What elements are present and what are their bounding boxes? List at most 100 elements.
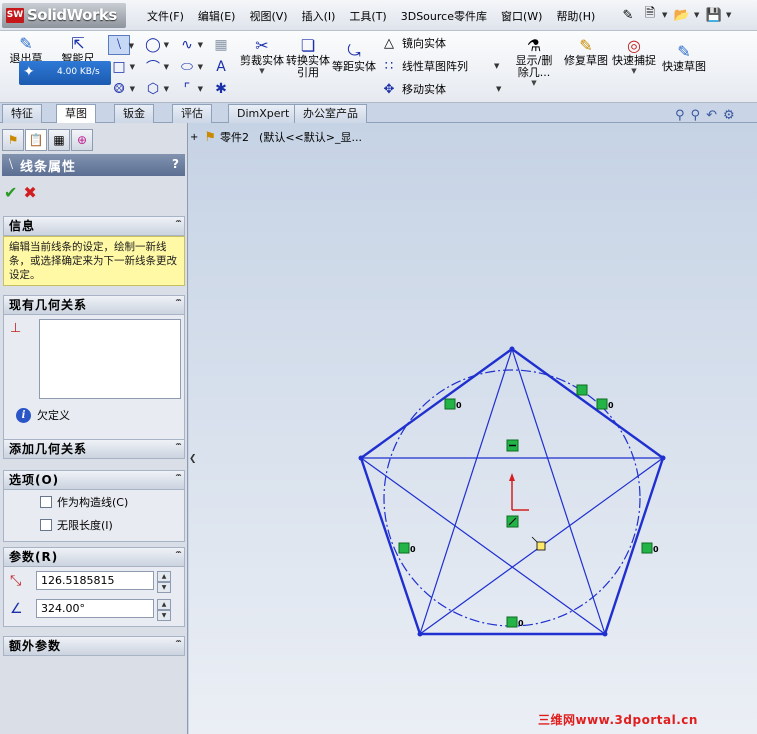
quick-snap-dropdown-icon[interactable]: ▼ xyxy=(631,67,636,75)
linear-pattern-dropdown-icon[interactable]: ▼ xyxy=(494,62,502,70)
vertex-point[interactable] xyxy=(660,455,666,461)
arc-tool-icon[interactable]: ⌒ ▼ xyxy=(142,57,169,77)
collapse-chevron-icon[interactable]: ˆˆ xyxy=(175,217,182,235)
open-dropdown-icon[interactable]: ▼ xyxy=(694,4,702,26)
tangent-relation-icon[interactable]: 0 xyxy=(641,542,659,554)
length-input[interactable]: 126.5185815 xyxy=(36,571,154,590)
add-relations-header[interactable]: 添加几何关系 ˆˆ xyxy=(3,439,185,459)
angle-spinner[interactable]: ▲ ▼ xyxy=(157,599,171,621)
tangent-relation-icon[interactable] xyxy=(576,384,588,396)
pin-icon[interactable]: ✎ xyxy=(618,4,638,26)
star-line[interactable] xyxy=(511,348,606,635)
menu-insert[interactable]: 插入(I) xyxy=(295,8,343,24)
infinite-length-option[interactable]: 无限长度(I) xyxy=(40,517,113,533)
star-line[interactable] xyxy=(360,457,606,635)
help-button[interactable]: ? xyxy=(172,157,179,171)
construction-option[interactable]: 作为构造线(C) xyxy=(40,494,128,510)
menu-window[interactable]: 窗口(W) xyxy=(494,8,549,24)
tab-evaluate[interactable]: 评估 xyxy=(172,104,212,123)
collapse-chevron-icon[interactable]: ˆˆ xyxy=(175,471,182,489)
repair-sketch-button[interactable]: ✎ 修复草图 xyxy=(564,35,608,67)
offset-entities-button[interactable]: ⤿ 等距实体 xyxy=(332,41,376,73)
tangent-relation-icon[interactable]: 0 xyxy=(398,542,416,554)
quick-snap-button[interactable]: ◎ 快速捕捉 ▼ xyxy=(612,35,656,76)
convert-entities-button[interactable]: ❏ 转换实体引用 xyxy=(286,35,330,79)
move-dropdown-icon[interactable]: ▼ xyxy=(496,85,504,93)
move-entities-button[interactable]: ✥ 移动实体 ▼ xyxy=(380,81,504,97)
slot-tool-icon[interactable]: ⨷ ▼ xyxy=(108,79,135,99)
tab-office-products[interactable]: 办公室产品 xyxy=(294,104,367,123)
previous-view-icon[interactable]: ↶ xyxy=(706,108,717,123)
mirror-entities-button[interactable]: △ 镜向实体 xyxy=(380,35,446,51)
polygon-tool-icon[interactable]: ⬡ ▼ xyxy=(142,79,169,99)
angle-input[interactable]: 324.00° xyxy=(36,599,154,618)
trim-dropdown-icon[interactable]: ▼ xyxy=(259,67,264,75)
relations-list[interactable] xyxy=(39,319,181,399)
circle-tool-icon[interactable]: ◯ ▼ xyxy=(142,35,169,55)
vertex-point[interactable] xyxy=(602,631,608,637)
vertex-point[interactable] xyxy=(358,455,364,461)
dimxpert-tab-icon[interactable]: ⊕ xyxy=(71,129,93,151)
save-dropdown-icon[interactable]: ▼ xyxy=(726,4,734,26)
ok-checkmark-icon[interactable]: ✔ xyxy=(4,183,17,202)
tangent-relation-icon[interactable]: 0 xyxy=(506,616,524,628)
text-tool-icon[interactable]: A xyxy=(210,57,232,77)
quick-access-toolbar: ✎ 🗎 ▼ 📂 ▼ 💾 ▼ xyxy=(618,4,734,26)
options-header[interactable]: 选项(O) ˆˆ xyxy=(3,470,185,490)
collapse-chevron-icon[interactable]: ˆˆ xyxy=(175,548,182,566)
feature-tree-tab-icon[interactable]: ⚑ xyxy=(2,129,24,151)
infinite-length-checkbox[interactable] xyxy=(40,519,52,531)
midpoint-marker-icon[interactable] xyxy=(531,536,546,551)
rectangle-tool-icon[interactable]: □ ▼ xyxy=(108,57,135,77)
tangent-relation-icon[interactable]: 0 xyxy=(596,398,614,410)
collapse-chevron-icon[interactable]: ˆˆ xyxy=(175,296,182,314)
vertex-point[interactable] xyxy=(417,631,423,637)
line-tool-icon[interactable]: ⧵ ▼ xyxy=(108,35,134,55)
sketch-canvas[interactable]: 0 0 0 0 0 xyxy=(189,123,757,734)
fillet-tool-icon[interactable]: ⌜ ▼ xyxy=(176,79,203,99)
show-delete-relations-button[interactable]: ⚗ 显示/删除几... ▼ xyxy=(512,35,556,88)
zoom-to-fit-icon[interactable]: ⚲ xyxy=(675,108,685,123)
menu-tools[interactable]: 工具(T) xyxy=(342,8,393,24)
spline-tool-icon[interactable]: ∿ ▼ xyxy=(176,35,203,55)
ellipse-tool-icon[interactable]: ⬭ ▼ xyxy=(176,57,203,77)
linear-pattern-button[interactable]: ∷ 线性草图阵列 ▼ xyxy=(380,58,502,74)
construction-checkbox[interactable] xyxy=(40,496,52,508)
coincident-relation-icon[interactable] xyxy=(506,515,519,528)
new-document-icon[interactable]: 🗎 xyxy=(640,4,660,26)
new-dropdown-icon[interactable]: ▼ xyxy=(662,4,670,26)
tab-sketch[interactable]: 草图 xyxy=(56,104,96,124)
configuration-manager-tab-icon[interactable]: ▦ xyxy=(48,129,70,151)
tab-features[interactable]: 特征 xyxy=(2,104,42,123)
cancel-x-icon[interactable]: ✖ xyxy=(23,183,36,202)
menu-help[interactable]: 帮助(H) xyxy=(549,8,602,24)
existing-relations-header[interactable]: 现有几何关系 ˆˆ xyxy=(3,295,185,315)
tab-dimxpert[interactable]: DimXpert xyxy=(228,104,299,123)
additional-parameters-header[interactable]: 额外参数 ˆˆ xyxy=(3,636,185,656)
open-folder-icon[interactable]: 📂 xyxy=(672,4,692,26)
section-view-icon[interactable]: ⚙ xyxy=(723,108,735,123)
solidworks-logo[interactable]: SW SolidWorks xyxy=(2,3,126,28)
info-group-header[interactable]: 信息 ˆˆ xyxy=(3,216,185,236)
save-icon[interactable]: 💾 xyxy=(704,4,724,26)
tab-sheet-metal[interactable]: 钣金 xyxy=(114,104,154,123)
property-manager-tab-icon[interactable]: 📋 xyxy=(25,129,47,151)
collapse-chevron-icon[interactable]: ˆˆ xyxy=(175,637,182,655)
parameters-header[interactable]: 参数(R) ˆˆ xyxy=(3,547,185,567)
vertex-point[interactable] xyxy=(509,346,515,352)
zoom-area-icon[interactable]: ⚲ xyxy=(691,108,701,123)
trim-entities-button[interactable]: ✂ 剪裁实体 ▼ xyxy=(240,35,284,76)
menu-view[interactable]: 视图(V) xyxy=(242,8,294,24)
grid-tool-icon[interactable]: ▦ xyxy=(210,35,232,55)
menu-edit[interactable]: 编辑(E) xyxy=(191,8,243,24)
tangent-relation-icon[interactable]: 0 xyxy=(444,398,462,410)
menu-file[interactable]: 文件(F) xyxy=(140,8,191,24)
rapid-sketch-button[interactable]: ✎ 快速草图 xyxy=(662,41,706,73)
star-line[interactable] xyxy=(419,348,513,635)
show-delete-dropdown-icon[interactable]: ▼ xyxy=(531,79,536,87)
collapse-chevron-icon[interactable]: ˆˆ xyxy=(175,440,182,458)
menu-3dsource[interactable]: 3DSource零件库 xyxy=(394,8,494,24)
point-tool-icon[interactable]: ✱ xyxy=(210,79,232,99)
horizontal-relation-icon[interactable] xyxy=(506,439,519,452)
length-spinner[interactable]: ▲ ▼ xyxy=(157,571,171,593)
